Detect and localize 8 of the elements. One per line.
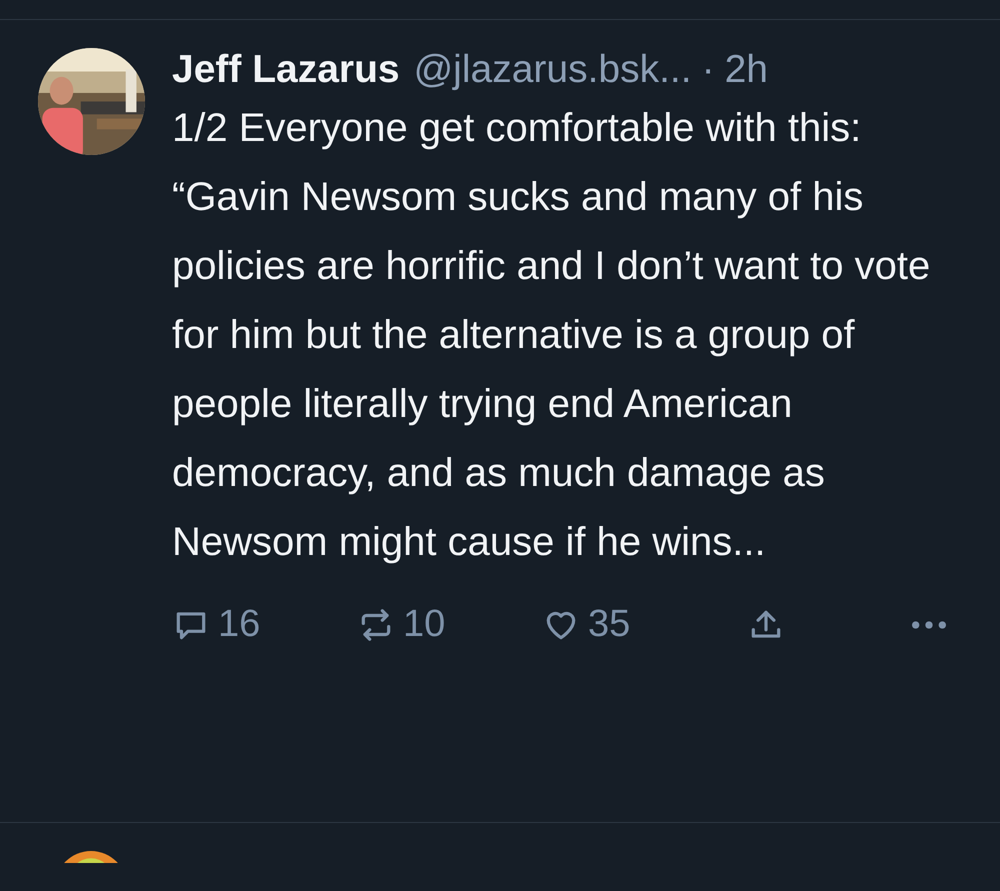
repost-button[interactable]: 10 bbox=[357, 603, 542, 646]
post-time[interactable]: 2h bbox=[724, 48, 768, 92]
author-handle[interactable]: @jlazarus.bsk... bbox=[414, 48, 692, 92]
author-name[interactable]: Jeff Lazarus bbox=[172, 48, 400, 92]
post-text: 1/2 Everyone get comfortable with this: “Gavin Newsom sucks and many of his policies are horrific and I don’t want to vote for him but the alternative is a group of people literally trying end American democracy, and as much damage as Newsom might cause if he wins... bbox=[172, 105, 932, 566]
reply-button[interactable]: 16 bbox=[172, 603, 357, 646]
like-button[interactable]: 35 bbox=[542, 603, 747, 646]
separator-dot: · bbox=[702, 48, 715, 92]
